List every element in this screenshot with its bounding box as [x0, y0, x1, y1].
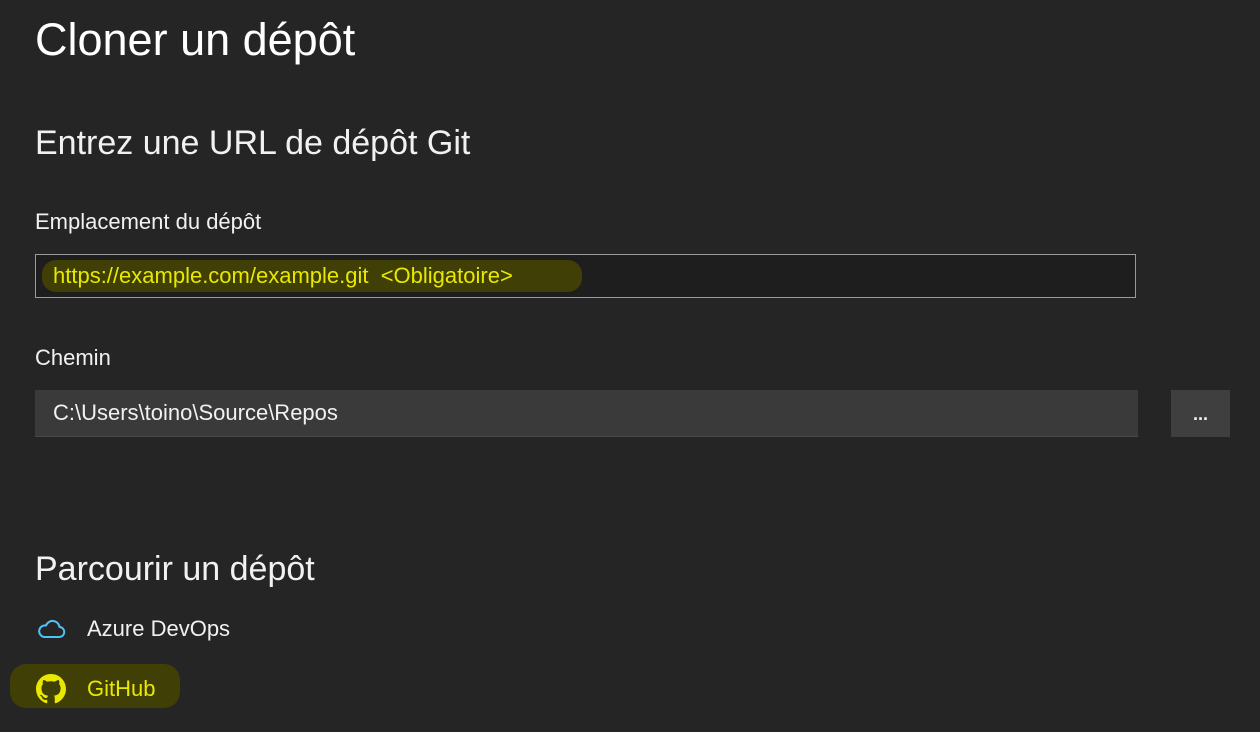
clone-repository-page: Cloner un dépôt Entrez une URL de dépôt … [0, 0, 1260, 732]
repository-location-label: Emplacement du dépôt [35, 209, 262, 234]
github-icon [35, 673, 67, 705]
cloud-icon [35, 613, 67, 645]
page-title: Cloner un dépôt [35, 14, 356, 65]
repository-url-input[interactable] [36, 255, 1135, 297]
git-url-section-heading: Entrez une URL de dépôt Git [35, 124, 471, 162]
provider-label: Azure DevOps [87, 616, 231, 641]
path-label: Chemin [35, 345, 111, 370]
path-field [35, 390, 1138, 437]
browse-repository-heading: Parcourir un dépôt [35, 550, 315, 588]
provider-github[interactable]: GitHub [35, 671, 155, 707]
browse-folder-button[interactable]: ... [1171, 390, 1230, 437]
path-input[interactable] [35, 390, 1138, 436]
provider-azure-devops[interactable]: Azure DevOps [35, 611, 230, 647]
provider-label: GitHub [87, 676, 156, 701]
repository-location-field [35, 254, 1136, 298]
